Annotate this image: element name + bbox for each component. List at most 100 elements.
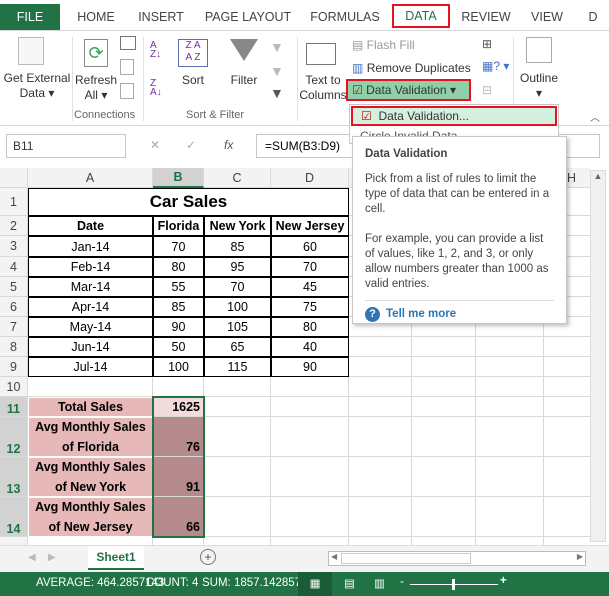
grid-cell[interactable]	[412, 337, 476, 357]
consolidate-icon[interactable]: ⊞	[482, 37, 492, 51]
table-cell[interactable]: Mar-14	[28, 277, 153, 297]
grid-cell[interactable]	[28, 537, 153, 545]
summary-label[interactable]: Total Sales	[28, 397, 153, 417]
get-external-data-button[interactable]: Get External Data ▾	[2, 71, 72, 101]
table-cell[interactable]: May-14	[28, 317, 153, 337]
grid-cell[interactable]	[476, 537, 544, 545]
grid-cell[interactable]	[349, 497, 412, 537]
zoom-in-icon[interactable]: +	[500, 575, 507, 587]
table-cell[interactable]: 85	[153, 297, 204, 317]
row-header[interactable]: 11	[0, 397, 28, 417]
table-cell[interactable]: 60	[271, 236, 349, 257]
grid-cell[interactable]	[271, 377, 349, 397]
table-cell[interactable]: 75	[271, 297, 349, 317]
table-cell[interactable]: 100	[153, 357, 204, 377]
sheet-tab-sheet1[interactable]: Sheet1	[88, 546, 144, 570]
grid-cell[interactable]	[204, 457, 271, 497]
add-sheet-icon[interactable]: +	[200, 549, 216, 565]
row-header[interactable]: 8	[0, 337, 28, 357]
edit-links-icon[interactable]	[120, 83, 134, 99]
row-header[interactable]: 12	[0, 417, 28, 457]
grid-cell[interactable]	[153, 377, 204, 397]
grid-cell[interactable]	[412, 417, 476, 457]
flash-fill-button[interactable]: ▤ Flash Fill	[352, 38, 415, 52]
grid-cell[interactable]	[544, 457, 590, 497]
grid-cell[interactable]	[544, 497, 590, 537]
grid-cell[interactable]	[412, 457, 476, 497]
sort-a-z-icon[interactable]: A Z↓	[150, 41, 161, 60]
grid-cell[interactable]	[349, 537, 412, 545]
name-box[interactable]: B11	[6, 134, 126, 158]
table-cell[interactable]: 105	[204, 317, 271, 337]
normal-view-icon[interactable]: ▦	[298, 572, 332, 596]
grid-cell[interactable]	[476, 417, 544, 457]
table-cell[interactable]: Jan-14	[28, 236, 153, 257]
grid-cell[interactable]	[204, 417, 271, 457]
grid-cell[interactable]	[412, 377, 476, 397]
table-cell[interactable]: 80	[153, 257, 204, 277]
sheet-title[interactable]: Car Sales	[28, 188, 349, 216]
grid-cell[interactable]	[544, 397, 590, 417]
grid-cell[interactable]	[476, 397, 544, 417]
clear-filter-icon[interactable]: ▼	[270, 39, 284, 55]
grid-cell[interactable]	[544, 357, 590, 377]
grid-cell[interactable]	[349, 457, 412, 497]
grid-cell[interactable]	[204, 537, 271, 545]
table-cell[interactable]: 40	[271, 337, 349, 357]
horizontal-scrollbar[interactable]: ◀ ▶	[328, 551, 586, 566]
table-cell[interactable]: Jul-14	[28, 357, 153, 377]
summary-label[interactable]: Avg Monthly Sales of New Jersey	[28, 497, 153, 537]
row-header[interactable]: 6	[0, 297, 28, 317]
grid-cell[interactable]	[544, 337, 590, 357]
table-cell[interactable]: 55	[153, 277, 204, 297]
table-cell[interactable]: 95	[204, 257, 271, 277]
grid-cell[interactable]	[349, 417, 412, 457]
connections-icon[interactable]	[120, 36, 136, 50]
cancel-icon[interactable]: ✕	[150, 138, 160, 152]
table-cell[interactable]: 70	[271, 257, 349, 277]
grid-cell[interactable]	[476, 357, 544, 377]
summary-label[interactable]: Avg Monthly Sales of Florida	[28, 417, 153, 457]
text-to-columns-button[interactable]: Text to Columns	[297, 73, 349, 103]
column-header[interactable]: C	[204, 168, 271, 188]
row-header[interactable]: 9	[0, 357, 28, 377]
zoom-out-icon[interactable]: -	[400, 576, 404, 588]
table-cell[interactable]: 65	[204, 337, 271, 357]
row-header[interactable]: 5	[0, 277, 28, 297]
row-header[interactable]: 7	[0, 317, 28, 337]
table-header[interactable]: New Jersey	[271, 216, 349, 236]
grid-cell[interactable]	[476, 377, 544, 397]
relationships-icon[interactable]: ⊟	[482, 83, 492, 97]
grid-cell[interactable]	[153, 537, 204, 545]
grid-cell[interactable]	[204, 397, 271, 417]
data-validation-button[interactable]: ☑ Data Validation ▾	[346, 79, 471, 101]
refresh-all-button[interactable]: Refresh All ▾	[74, 73, 118, 103]
tab-insert[interactable]: INSERT	[132, 6, 190, 28]
table-cell[interactable]: 50	[153, 337, 204, 357]
grid-cell[interactable]	[476, 497, 544, 537]
enter-icon[interactable]: ✓	[186, 138, 196, 152]
grid-cell[interactable]	[204, 377, 271, 397]
grid-cell[interactable]	[412, 537, 476, 545]
outline-button[interactable]: Outline ▾	[516, 71, 562, 101]
table-cell[interactable]: Apr-14	[28, 297, 153, 317]
advanced-filter-icon[interactable]: ▼	[270, 85, 284, 101]
tab-more[interactable]: D	[586, 6, 600, 28]
grid-cell[interactable]	[349, 377, 412, 397]
scroll-up-icon[interactable]: ▲	[591, 171, 605, 181]
page-layout-view-icon[interactable]: ▤	[344, 576, 355, 590]
page-break-view-icon[interactable]: ▥	[374, 576, 385, 590]
menu-item-data-validation[interactable]: ☑ Data Validation...	[351, 106, 557, 126]
grid-cell[interactable]	[412, 497, 476, 537]
vertical-scrollbar[interactable]: ▲	[590, 170, 606, 542]
column-header[interactable]: B	[153, 168, 204, 188]
table-cell[interactable]: 45	[271, 277, 349, 297]
grid-cell[interactable]	[476, 457, 544, 497]
table-cell[interactable]: 85	[204, 236, 271, 257]
grid-cell[interactable]	[544, 417, 590, 457]
grid-cell[interactable]	[349, 337, 412, 357]
row-header[interactable]: 2	[0, 216, 28, 236]
remove-duplicates-button[interactable]: ▥ Remove Duplicates	[352, 61, 471, 75]
summary-label[interactable]: Avg Monthly Sales of New York	[28, 457, 153, 497]
table-cell[interactable]: 100	[204, 297, 271, 317]
